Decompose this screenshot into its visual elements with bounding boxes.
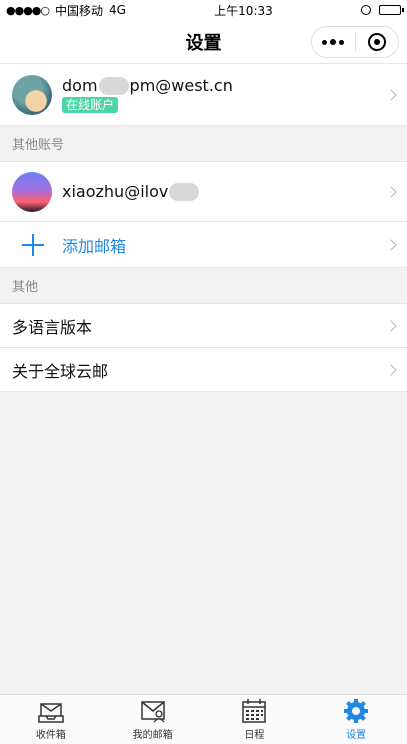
more-dot-icon (339, 39, 345, 45)
inbox-icon (38, 703, 64, 723)
close-mini-program-button[interactable] (356, 27, 399, 57)
status-time: 上午10:33 (214, 3, 273, 18)
email-suffix: pm@west.cn (129, 75, 233, 95)
my-mailbox-icon (140, 701, 165, 723)
plus-icon (22, 233, 44, 256)
more-dot-icon (322, 39, 328, 45)
battery-icon (378, 5, 404, 15)
add-mailbox-row[interactable]: 添加邮箱 (0, 222, 407, 268)
account-info: dom pm@west.cn 在线账户 (62, 76, 233, 114)
avatar (12, 74, 52, 115)
carrier-name: 中国移动 (55, 3, 104, 18)
gear-icon (344, 699, 369, 723)
alarm-icon (360, 5, 371, 15)
section-header-other: 其他 (0, 268, 407, 304)
more-dot-icon (330, 39, 337, 45)
status-right (360, 5, 404, 15)
chevron-right-icon (385, 363, 397, 376)
add-mailbox-label: 添加邮箱 (62, 236, 127, 256)
main-account-email: dom pm@west.cn (62, 76, 233, 96)
mini-program-capsule (311, 26, 399, 58)
other-account-email: xiaozhu@ilov (62, 182, 200, 202)
chevron-right-icon (385, 185, 397, 198)
tab-inbox[interactable]: 收件箱 (0, 695, 102, 744)
tab-label: 我的邮箱 (132, 730, 173, 741)
language-version-row[interactable]: 多语言版本 (0, 304, 407, 348)
email-prefix: dom (62, 75, 98, 95)
tab-calendar[interactable]: 日程 (204, 695, 306, 744)
target-icon (367, 33, 386, 51)
status-left: ●●●●○ 中国移动 4G (6, 2, 126, 19)
chevron-right-icon (385, 319, 397, 332)
nav-bar: 设置 (0, 20, 407, 64)
language-version-label: 多语言版本 (12, 317, 93, 337)
about-label: 关于全球云邮 (12, 361, 109, 381)
about-row[interactable]: 关于全球云邮 (0, 348, 407, 392)
tab-my-mailbox[interactable]: 我的邮箱 (102, 695, 204, 744)
page-title: 设置 (185, 32, 222, 54)
email-prefix: xiaozhu@ilov (62, 181, 169, 201)
status-bar: ●●●●○ 中国移动 4G 上午10:33 (0, 0, 407, 20)
chevron-right-icon (385, 238, 397, 251)
tab-label: 日程 (244, 730, 265, 741)
email-blur-mask (98, 77, 129, 96)
section-header-other-accounts: 其他账号 (0, 126, 407, 162)
calendar-icon (242, 699, 267, 723)
chevron-right-icon (385, 88, 397, 101)
other-account-row[interactable]: xiaozhu@ilov (0, 162, 407, 222)
more-menu-button[interactable] (312, 27, 355, 57)
tab-label: 设置 (346, 730, 367, 741)
email-blur-mask (169, 183, 200, 202)
main-account-row[interactable]: dom pm@west.cn 在线账户 (0, 64, 407, 126)
avatar (12, 171, 52, 212)
signal-strength: ●●●●○ (6, 3, 50, 17)
tab-settings[interactable]: 设置 (305, 695, 407, 744)
tab-label: 收件箱 (35, 730, 66, 741)
online-account-badge: 在线账户 (62, 97, 119, 114)
network-type: 4G (109, 3, 126, 17)
tab-bar: 收件箱 我的邮箱 日程 设置 (0, 694, 407, 744)
